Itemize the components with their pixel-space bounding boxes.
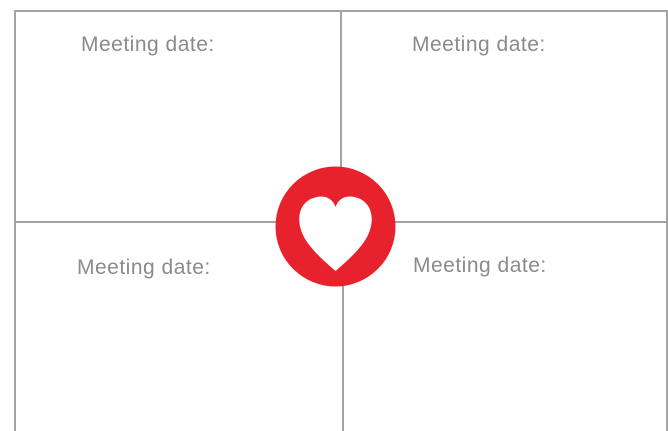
heart-badge [275,166,396,287]
heart-icon [275,166,396,287]
meeting-date-grid: Meeting date: Meeting date: Meeting date… [0,0,668,431]
top-left-meeting-date-label: Meeting date: [81,33,215,56]
bottom-left-meeting-date-label: Meeting date: [77,256,211,279]
top-right-meeting-date-label: Meeting date: [412,33,546,56]
bottom-right-meeting-date-label: Meeting date: [413,254,547,277]
